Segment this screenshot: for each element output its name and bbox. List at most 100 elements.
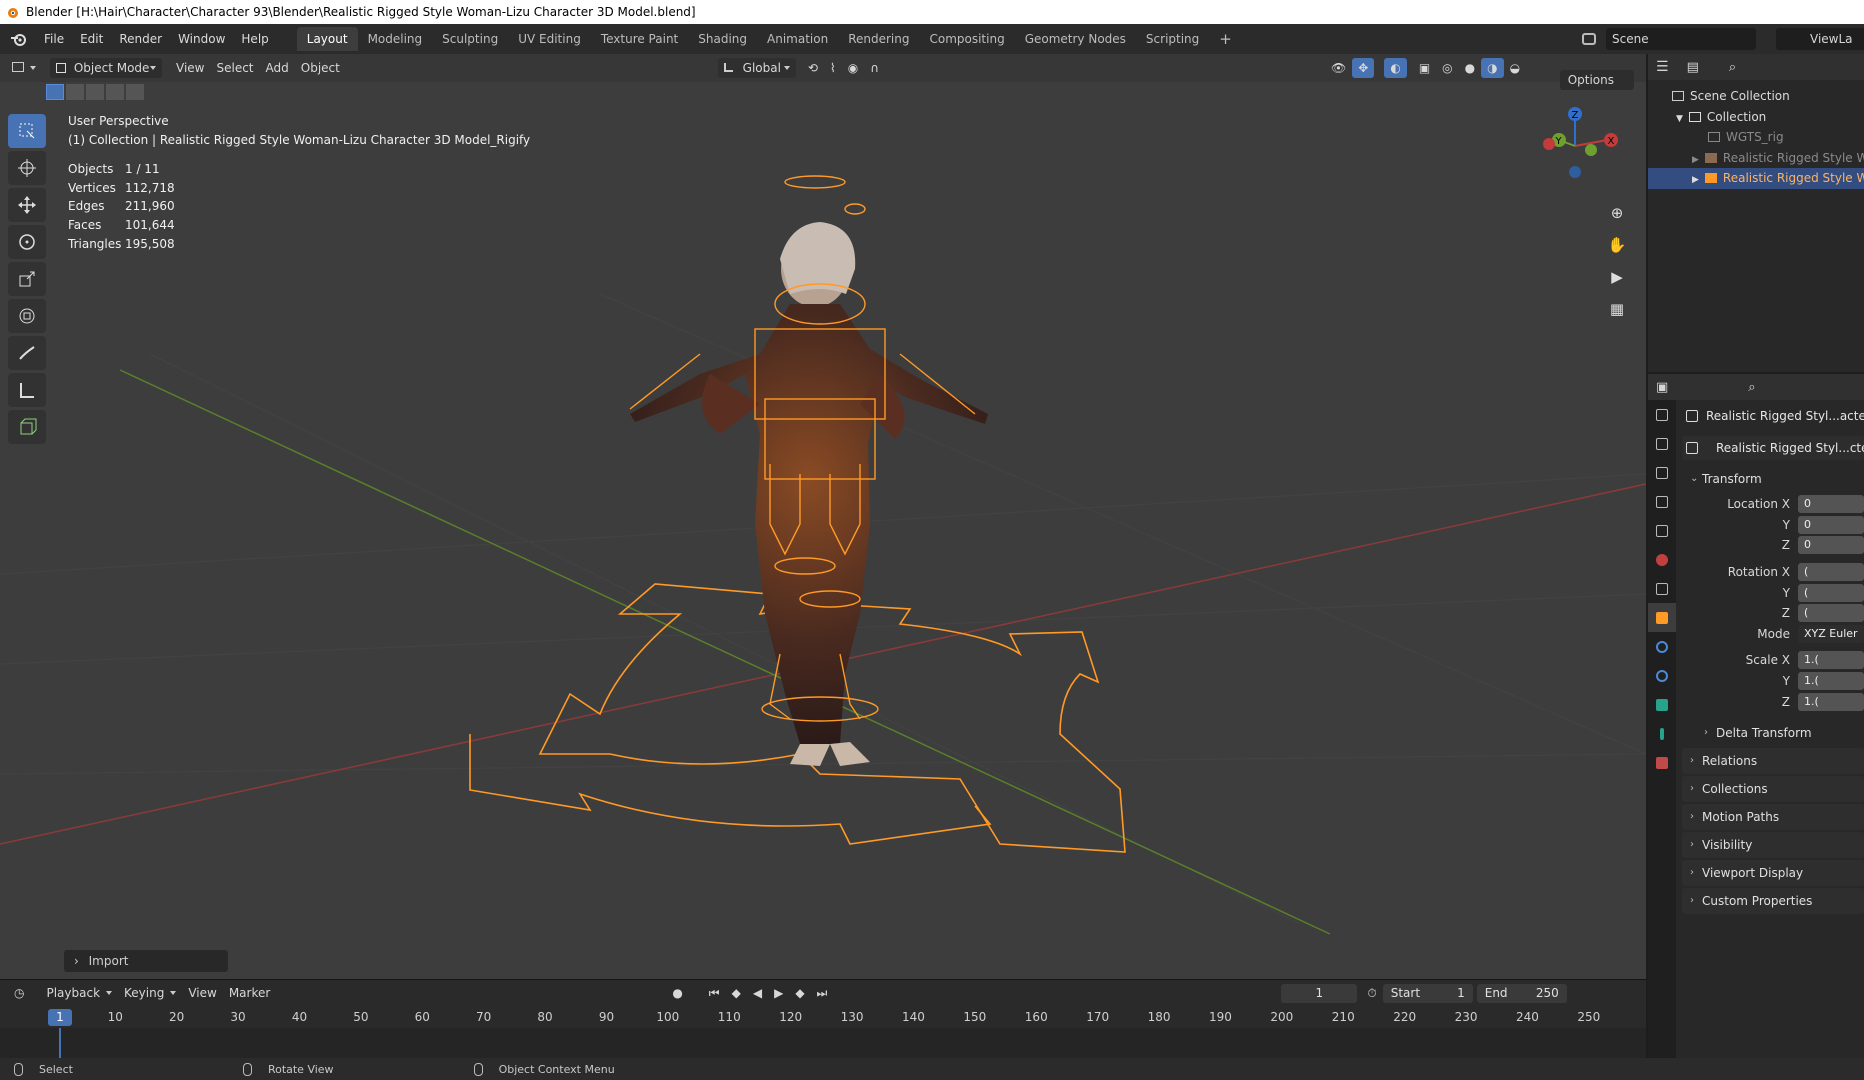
tab-tool[interactable] bbox=[1648, 400, 1676, 429]
record-icon[interactable]: ● bbox=[666, 983, 688, 1003]
tab-output[interactable] bbox=[1648, 458, 1676, 487]
rotation-x-field[interactable]: ( bbox=[1798, 563, 1864, 582]
select-invert-icon[interactable] bbox=[106, 84, 124, 100]
object-mode-dropdown[interactable]: Object Mode bbox=[50, 58, 162, 78]
select-intersect-icon[interactable] bbox=[126, 84, 144, 100]
tab-modeling[interactable]: Modeling bbox=[358, 27, 433, 51]
timeline-menu-marker[interactable]: Marker bbox=[223, 983, 276, 1003]
timeline-menu-keying[interactable]: Keying bbox=[118, 983, 182, 1003]
add-cube-tool[interactable] bbox=[8, 410, 46, 444]
shading-rendered-icon[interactable]: ◒ bbox=[1504, 58, 1526, 78]
viewlayer-selector[interactable]: ViewLa bbox=[1776, 28, 1864, 50]
gizmo-neg-y[interactable] bbox=[1585, 144, 1597, 156]
shading-solid-icon[interactable]: ● bbox=[1459, 58, 1481, 78]
tab-bone[interactable] bbox=[1648, 719, 1676, 748]
transform-tool[interactable] bbox=[8, 299, 46, 333]
pan-hand-icon[interactable]: ✋ bbox=[1604, 232, 1630, 258]
shading-wireframe-icon[interactable]: ◎ bbox=[1436, 58, 1458, 78]
proportional-edit-icon[interactable]: ◉ bbox=[842, 58, 864, 78]
select-extend-icon[interactable] bbox=[66, 84, 84, 100]
tab-texture[interactable] bbox=[1648, 748, 1676, 777]
menu-window[interactable]: Window bbox=[170, 28, 233, 50]
tab-uv-editing[interactable]: UV Editing bbox=[508, 27, 591, 51]
tab-texture-paint[interactable]: Texture Paint bbox=[591, 27, 688, 51]
viewport-display-panel[interactable]: › Viewport Display bbox=[1682, 859, 1864, 886]
ruler-current-frame[interactable]: 1 bbox=[48, 1009, 72, 1026]
visibility-icon[interactable]: 👁 bbox=[1325, 58, 1352, 78]
select-new-icon[interactable] bbox=[46, 84, 64, 100]
blender-menu-icon[interactable] bbox=[6, 29, 36, 49]
tab-animation[interactable]: Animation bbox=[757, 27, 838, 51]
delta-transform-panel[interactable]: › Delta Transform bbox=[1682, 720, 1864, 746]
viewport-menu-add[interactable]: Add bbox=[260, 58, 295, 78]
3d-viewport[interactable]: Object Mode View Select Add Object Globa… bbox=[0, 54, 1646, 979]
timeline-menu-playback[interactable]: Playback bbox=[40, 983, 118, 1003]
custom-properties-panel[interactable]: › Custom Properties bbox=[1682, 887, 1864, 914]
relations-panel[interactable]: › Relations bbox=[1682, 747, 1864, 774]
play-icon[interactable]: ▶ bbox=[768, 983, 789, 1003]
jump-start-icon[interactable]: ⏮ bbox=[703, 983, 726, 1003]
viewport-menu-view[interactable]: View bbox=[170, 58, 210, 78]
prev-keyframe-icon[interactable]: ◆ bbox=[726, 983, 747, 1003]
scene-icon[interactable] bbox=[1582, 33, 1596, 45]
properties-search-icon[interactable]: ⌕ bbox=[1748, 380, 1755, 395]
last-operator-panel[interactable]: › Import bbox=[64, 950, 228, 972]
tab-scripting[interactable]: Scripting bbox=[1136, 27, 1209, 51]
outliner-row-wgts-rig[interactable]: WGTS_rig bbox=[1648, 127, 1864, 148]
options-button[interactable]: Options bbox=[1559, 70, 1634, 90]
transform-orientation-dropdown[interactable]: Global bbox=[717, 58, 796, 78]
jump-end-icon[interactable]: ⏭ bbox=[811, 983, 834, 1003]
next-keyframe-icon[interactable]: ◆ bbox=[789, 983, 810, 1003]
menu-help[interactable]: Help bbox=[233, 28, 276, 50]
scale-tool[interactable] bbox=[8, 262, 46, 296]
timeline-menu-view[interactable]: View bbox=[182, 983, 222, 1003]
overlays-toggle-icon[interactable]: ◐ bbox=[1384, 58, 1407, 78]
snap-icon[interactable]: ⌇ bbox=[824, 58, 842, 78]
timeline-editor-type-icon[interactable]: ◷ bbox=[8, 983, 30, 1003]
tab-geometry-nodes[interactable]: Geometry Nodes bbox=[1015, 27, 1136, 51]
cursor-tool[interactable] bbox=[8, 151, 46, 185]
expand-right-icon[interactable]: ▶ bbox=[1692, 155, 1699, 165]
menu-edit[interactable]: Edit bbox=[72, 28, 111, 50]
current-frame-field[interactable]: 1 bbox=[1281, 983, 1358, 1003]
scale-y-field[interactable]: 1.( bbox=[1798, 672, 1864, 691]
zoom-icon[interactable]: ⊕ bbox=[1604, 200, 1630, 226]
move-tool[interactable] bbox=[8, 188, 46, 222]
tab-object-data[interactable] bbox=[1648, 690, 1676, 719]
rotation-y-field[interactable]: ( bbox=[1798, 583, 1864, 602]
expand-down-icon[interactable]: ▼ bbox=[1676, 114, 1683, 124]
menu-render[interactable]: Render bbox=[111, 28, 170, 50]
falloff-icon[interactable]: ∩ bbox=[864, 58, 885, 78]
tab-sculpting[interactable]: Sculpting bbox=[432, 27, 508, 51]
transform-panel-header[interactable]: ⌄ Transform bbox=[1682, 466, 1864, 492]
tab-object[interactable] bbox=[1648, 603, 1676, 632]
outliner-row-collection[interactable]: ▼ Collection bbox=[1648, 107, 1864, 128]
location-x-field[interactable]: 0 bbox=[1798, 495, 1864, 514]
pivot-icon[interactable]: ⟲ bbox=[802, 58, 824, 78]
end-frame-field[interactable]: End 250 bbox=[1476, 983, 1567, 1003]
rotation-z-field[interactable]: ( bbox=[1798, 604, 1864, 623]
play-reverse-icon[interactable]: ◀ bbox=[747, 983, 768, 1003]
shading-material-icon[interactable]: ◑ bbox=[1481, 58, 1504, 78]
display-mode-icon[interactable]: ▤ bbox=[1687, 60, 1699, 75]
menu-file[interactable]: File bbox=[36, 28, 72, 50]
tab-scene[interactable] bbox=[1648, 516, 1676, 545]
scale-z-field[interactable]: 1.( bbox=[1798, 692, 1864, 711]
collections-panel[interactable]: › Collections bbox=[1682, 775, 1864, 802]
select-subtract-icon[interactable] bbox=[86, 84, 104, 100]
outliner-row-rig-selected[interactable]: ▶ Realistic Rigged Style Wo bbox=[1648, 168, 1864, 189]
tab-collection[interactable] bbox=[1648, 574, 1676, 603]
gizmo-neg-z[interactable] bbox=[1569, 166, 1581, 178]
gizmo-toggle-icon[interactable]: ✥ bbox=[1352, 58, 1375, 78]
tab-view-layer[interactable] bbox=[1648, 487, 1676, 516]
object-name-field[interactable]: Realistic Rigged Styl...acter 3 bbox=[1682, 404, 1864, 428]
annotate-tool[interactable] bbox=[8, 336, 46, 370]
preview-range-icon[interactable]: ⏱ bbox=[1361, 983, 1382, 1003]
navigation-gizmo[interactable]: Z X Y bbox=[1535, 104, 1625, 194]
properties-editor-type-icon[interactable]: ▣ bbox=[1656, 380, 1668, 395]
location-z-field[interactable]: 0 bbox=[1798, 536, 1864, 555]
outliner-row-armature[interactable]: ▶ Realistic Rigged Style Wo bbox=[1648, 148, 1864, 169]
rotation-mode-dropdown[interactable]: XYZ Euler bbox=[1798, 624, 1864, 643]
outliner-search-icon[interactable]: ⌕ bbox=[1729, 60, 1736, 75]
tab-world[interactable] bbox=[1648, 545, 1676, 574]
